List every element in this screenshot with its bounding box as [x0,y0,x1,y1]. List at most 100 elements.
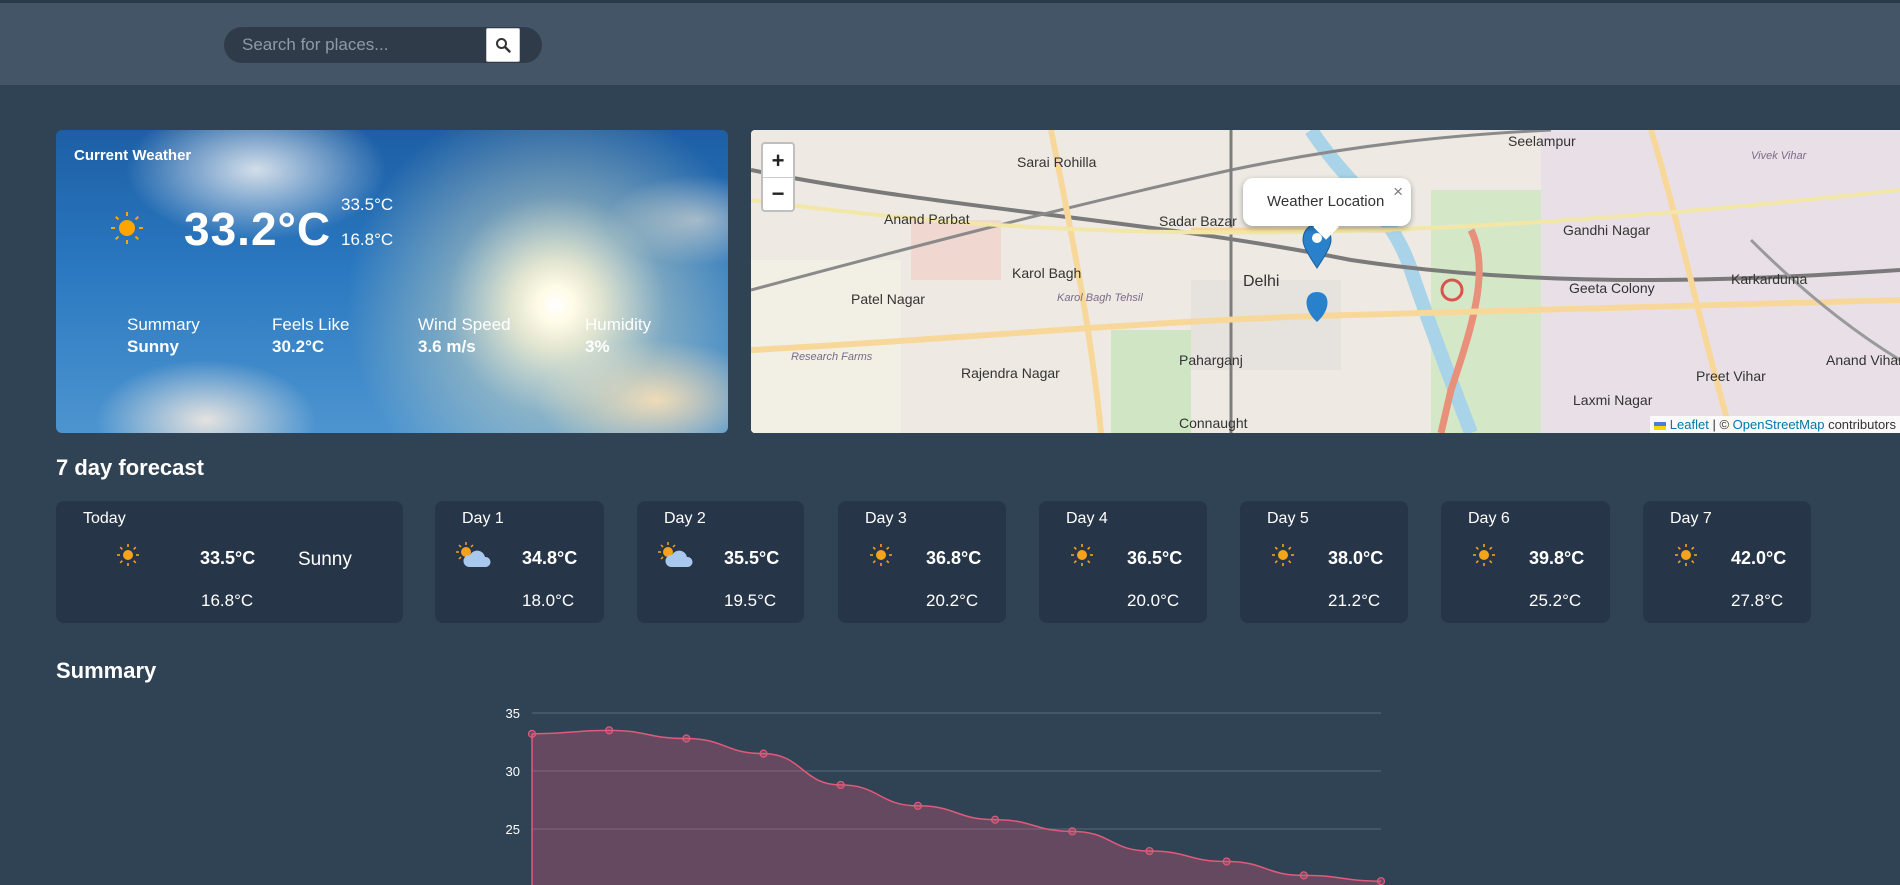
y-tick-label: 35 [506,706,520,721]
stat-label: Feels Like [272,315,350,334]
forecast-desc: Sunny [298,549,352,570]
map-label: Connaught [1179,415,1248,431]
map-label: Laxmi Nagar [1573,392,1653,408]
stat-value: Sunny [127,337,179,356]
search-button[interactable] [486,28,520,62]
map[interactable]: Seelampur Sarai Rohilla Vivek Vihar Anan… [751,130,1900,433]
zoom-out-button[interactable]: − [763,177,793,210]
forecast-high: 35.5°C [724,548,780,568]
data-point[interactable] [913,801,923,810]
map-label: Karkarduma [1731,271,1808,287]
map-popup: Weather Location × [1243,178,1411,240]
map-label: Gandhi Nagar [1563,222,1651,238]
map-label: Seelampur [1508,133,1576,149]
forecast-day-label: Today [83,510,126,527]
map-label: Anand Parbat [884,211,970,227]
data-point[interactable] [1299,871,1308,880]
data-point[interactable] [682,734,691,743]
sun-icon [1473,544,1495,566]
stat-wind-speed: Wind Speed 3.6 m/s [418,315,511,357]
map-label: Delhi [1243,273,1280,290]
forecast-high: 42.0°C [1731,548,1787,568]
stat-feels-like: Feels Like 30.2°C [272,315,349,357]
attribution-contributors: contributors [1828,417,1896,432]
map-label: Anand Vihar [1826,352,1900,368]
forecast-low: 19.5°C [724,591,777,610]
forecast-low: 27.8°C [1731,591,1784,610]
forecast-high: 38.0°C [1328,548,1384,568]
map-label: Sarai Rohilla [1017,154,1097,170]
forecast-card-today[interactable]: Today 33.5°C Sunny 16.8°C [56,501,403,623]
data-point[interactable] [759,749,768,758]
forecast-low: 16.8°C [201,591,254,610]
forecast-low: 20.0°C [1127,591,1180,610]
data-point[interactable] [605,726,614,735]
forecast-high: 34.8°C [522,548,578,568]
search-icon [496,38,511,53]
search-input[interactable] [242,27,502,63]
sun-icon [1071,544,1093,566]
forecast-high: 36.5°C [1127,548,1183,568]
forecast-card-day-5[interactable]: Day 5 38.0°C 21.2°C [1240,501,1408,623]
osm-link[interactable]: OpenStreetMap [1733,417,1825,432]
summary-title: Summary [56,658,157,683]
stat-value: 30.2°C [272,337,325,356]
stat-humidity: Humidity 3% [585,315,651,357]
forecast-day-label: Day 2 [664,510,706,527]
data-point[interactable] [527,729,537,738]
forecast-day-label: Day 1 [462,510,504,527]
data-point[interactable] [1222,857,1231,866]
data-point[interactable] [1376,877,1386,885]
map-label: Karol Bagh [1012,265,1082,281]
current-weather-card: Current Weather 33.2°C 33.5°C 16.8°C Sum… [56,130,728,433]
forecast-high: 33.5°C [200,548,256,568]
forecast-day-label: Day 5 [1267,510,1309,527]
popup-text: Weather Location [1267,193,1385,210]
sun-icon [111,212,143,244]
map-tiles [751,130,1900,433]
current-temperature: 33.2°C [184,203,332,255]
forecast-card-day-7[interactable]: Day 7 42.0°C 27.8°C [1643,501,1811,623]
map-label: Patel Nagar [851,291,925,307]
data-point[interactable] [836,780,845,790]
stat-label: Humidity [585,315,652,334]
stat-summary: Summary Sunny [127,315,200,357]
data-point[interactable] [1145,846,1154,856]
sun-icon [117,544,139,566]
summary-chart: 35 30 25 [506,706,1386,885]
partly-cloudy-icon [658,542,693,567]
forecast-low: 20.2°C [926,591,979,610]
data-point[interactable] [1068,827,1077,836]
stat-label: Wind Speed [418,315,511,334]
forecast-day-label: Day 4 [1066,510,1108,527]
close-icon[interactable]: × [1393,182,1403,202]
forecast-card-day-4[interactable]: Day 4 36.5°C 20.0°C [1039,501,1207,623]
data-point[interactable] [990,815,1000,824]
forecast-card-day-1[interactable]: Day 1 34.8°C 18.0°C [435,501,604,623]
sun-icon [870,544,892,566]
partly-cloudy-icon [456,542,491,567]
stat-label: Summary [127,315,200,334]
current-high: 33.5°C [341,195,394,214]
stat-value: 3.6 m/s [418,337,476,356]
area-fill [532,730,1381,885]
sun-icon [1675,544,1697,566]
leaflet-link[interactable]: Leaflet [1670,417,1709,432]
forecast-day-label: Day 6 [1468,510,1510,527]
forecast-title: 7 day forecast [56,455,204,480]
map-label: Preet Vihar [1696,368,1766,384]
ukraine-flag-icon [1654,421,1667,430]
forecast-card-day-2[interactable]: Day 2 35.5°C 19.5°C [637,501,804,623]
forecast-card-day-6[interactable]: Day 6 39.8°C 25.2°C [1441,501,1610,623]
map-label: Sadar Bazar [1159,213,1237,229]
map-label: Karol Bagh Tehsil [1057,292,1143,304]
sun-icon [1272,544,1294,566]
forecast-card-day-3[interactable]: Day 3 36.8°C 20.2°C [838,501,1006,623]
zoom-control: + − [761,142,795,212]
map-label: Paharganj [1179,352,1243,368]
forecast-low: 18.0°C [522,591,575,610]
map-label: Geeta Colony [1569,280,1655,296]
forecast-high: 36.8°C [926,548,982,568]
zoom-in-button[interactable]: + [763,144,793,177]
forecast-low: 21.2°C [1328,591,1381,610]
